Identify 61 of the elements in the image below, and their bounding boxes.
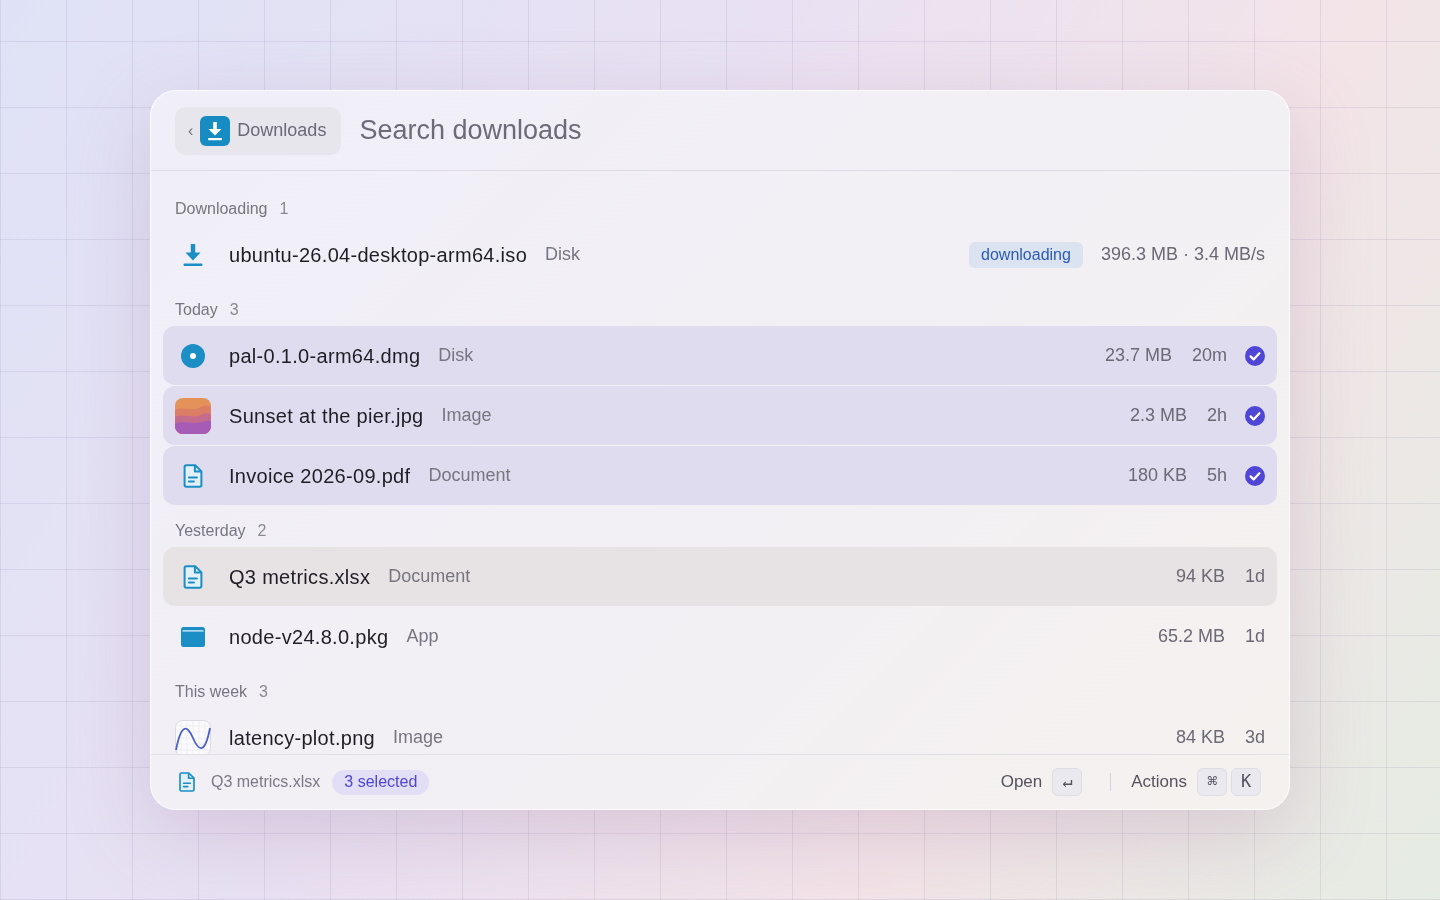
keyboard-key: ↵ [1052, 768, 1083, 796]
download-icon [200, 115, 231, 146]
file-type: Document [428, 464, 511, 487]
file-type: Image [441, 404, 492, 427]
file-age: 5h [1206, 464, 1227, 487]
photo-thumbnail [175, 397, 211, 434]
file-name: latency-plot.png [229, 725, 375, 751]
file-row[interactable]: Invoice 2026-09.pdf Document 180 KB 5h [163, 446, 1277, 505]
file-row[interactable]: ubuntu-26.04-desktop-arm64.iso Disk downloading 396.3 MB · 3.4 MB/s [163, 225, 1277, 284]
file-row[interactable]: node-v24.8.0.pkg App 65.2 MB 1d [163, 607, 1277, 666]
file-age: 1d [1244, 565, 1265, 588]
file-size: 2.3 MB [1129, 404, 1187, 427]
selection-count-badge: 3 selected [332, 769, 430, 795]
file-size: 180 KB [1127, 464, 1187, 487]
current-file-name: Q3 metrics.xlsx [211, 772, 321, 792]
action-button[interactable]: Open [1000, 769, 1043, 795]
section-title: This week [175, 682, 248, 702]
file-name: node-v24.8.0.pkg [229, 624, 389, 650]
section-count: 3 [229, 300, 239, 320]
file-size: 94 KB [1175, 565, 1225, 588]
file-age: 20m [1192, 344, 1227, 367]
section-count: 3 [259, 682, 268, 702]
file-age: 1d [1244, 625, 1265, 648]
search-field[interactable]: Search downloads [359, 110, 1265, 151]
file-type: Disk [438, 344, 474, 367]
document-icon [183, 564, 203, 589]
keyboard-key: K [1231, 768, 1261, 796]
section-count: 2 [257, 521, 267, 541]
keyboard-key: ⌘ [1197, 768, 1227, 796]
document-icon [179, 772, 195, 792]
file-name: Q3 metrics.xlsx [229, 564, 371, 590]
file-name: ubuntu-26.04-desktop-arm64.iso [229, 242, 528, 268]
disc-icon [181, 343, 205, 368]
file-type: Disk [545, 243, 581, 266]
file-type: App [406, 625, 439, 648]
file-size: 84 KB [1175, 726, 1225, 749]
section-title: Downloading [175, 199, 268, 219]
file-name: pal-0.1.0-arm64.dmg [229, 343, 421, 369]
file-type: Image [393, 726, 444, 749]
file-row[interactable]: Sunset at the pier.jpg Image 2.3 MB 2h [163, 386, 1277, 445]
file-name: Invoice 2026-09.pdf [229, 463, 411, 489]
file-row[interactable]: pal-0.1.0-arm64.dmg Disk 23.7 MB 20m [163, 326, 1277, 385]
file-row[interactable]: Q3 metrics.xlsx Document 94 KB 1d [163, 547, 1277, 606]
file-age: 2h [1206, 404, 1227, 427]
section-title: Today [175, 300, 218, 320]
document-icon [183, 463, 203, 488]
file-age: 3d [1244, 726, 1265, 749]
file-name: Sunset at the pier.jpg [229, 403, 424, 429]
window-icon [181, 626, 205, 647]
file-size: 23.7 MB [1104, 344, 1172, 367]
back-chevron[interactable]: ‹ [188, 122, 194, 139]
file-size: 65.2 MB [1157, 625, 1225, 648]
file-type: Document [388, 565, 471, 588]
file-row[interactable]: latency-plot.png Image 84 KB 3d [163, 708, 1277, 754]
scope-button[interactable]: ‹ Downloads [175, 106, 342, 155]
file-size: 396.3 MB · 3.4 MB/s [1100, 243, 1265, 266]
section-title: Yesterday [175, 521, 246, 541]
section-count: 1 [279, 199, 289, 219]
action-button[interactable]: Actions [1131, 769, 1187, 795]
download-arrow-icon [181, 242, 205, 267]
status-badge: downloading [969, 241, 1083, 268]
